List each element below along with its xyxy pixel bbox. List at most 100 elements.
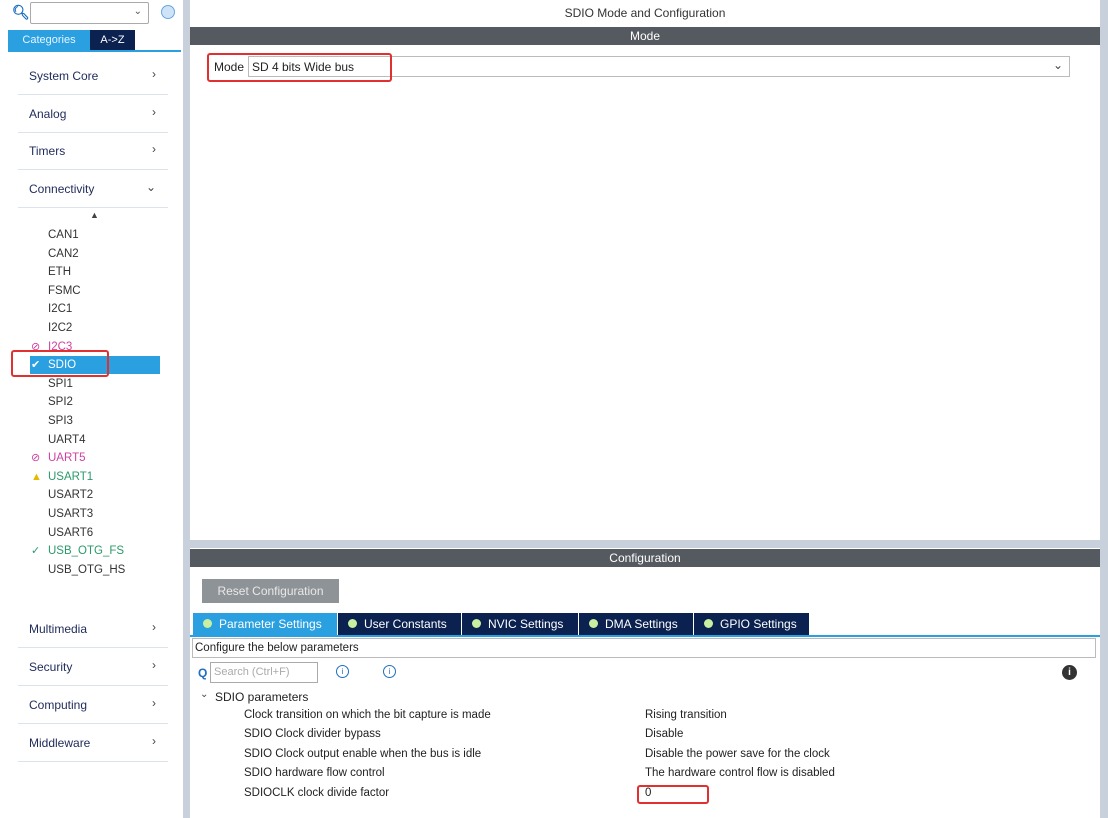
sidebar-item-fsmc[interactable]: FSMC	[30, 282, 160, 300]
filter-toggle-icon[interactable]	[161, 5, 175, 19]
category-timers[interactable]: Timers ›	[18, 132, 168, 170]
item-label: SPI3	[48, 415, 73, 427]
param-name: Clock transition on which the bit captur…	[244, 709, 491, 721]
item-label: CAN1	[48, 229, 79, 241]
param-search-input[interactable]: Search (Ctrl+F)	[210, 662, 318, 683]
category-computing[interactable]: Computing ›	[18, 686, 168, 724]
chevron-down-icon: ⌄	[145, 180, 156, 194]
tab-nvic-settings[interactable]: NVIC Settings	[462, 613, 578, 635]
category-label: Timers	[29, 144, 66, 158]
category-security[interactable]: Security ›	[18, 648, 168, 686]
group-label: SDIO parameters	[215, 690, 309, 704]
divide-factor-highlight	[637, 785, 709, 804]
chevron-right-icon: ›	[152, 734, 156, 748]
sidebar-item-uart5[interactable]: UART5 ⊘	[30, 449, 160, 467]
item-label: UART4	[48, 433, 86, 446]
expand-all-icon[interactable]: i	[336, 665, 349, 678]
category-label: Connectivity	[29, 182, 95, 196]
category-label: Multimedia	[29, 622, 88, 636]
sidebar-item-usart2[interactable]: USART2	[30, 486, 160, 504]
tab-parameter-settings[interactable]: Parameter Settings	[193, 613, 337, 635]
sidebar-item-spi3[interactable]: SPI3	[30, 412, 160, 430]
param-value[interactable]: Disable the power save for the clock	[645, 748, 830, 760]
param-name: SDIO hardware flow control	[244, 767, 385, 780]
mode-highlight	[207, 53, 392, 82]
item-label: CAN2	[48, 247, 79, 260]
category-label: Security	[29, 660, 73, 674]
sidebar-item-i2c2[interactable]: I2C2	[30, 319, 160, 337]
item-label: USART1	[48, 470, 94, 483]
collapse-all-icon[interactable]: i	[383, 665, 396, 678]
category-multimedia[interactable]: Multimedia ›	[18, 610, 168, 648]
item-label: USB_OTG_HS	[48, 563, 126, 576]
sidebar-item-can2[interactable]: CAN2	[30, 245, 160, 263]
category-label: System Core	[29, 69, 99, 83]
reset-configuration-button[interactable]: Reset Configuration	[202, 579, 339, 603]
param-name: SDIOCLK clock divide factor	[244, 786, 390, 799]
status-dot-icon	[589, 619, 598, 628]
tab-underline	[190, 635, 1100, 637]
item-label: FSMC	[48, 284, 81, 297]
item-label: USART3	[48, 508, 94, 520]
item-label: I2C1	[48, 303, 73, 316]
category-label: Middleware	[29, 736, 91, 750]
chevron-right-icon: ›	[152, 142, 156, 156]
config-header: Configuration	[190, 549, 1100, 567]
item-label: SPI1	[48, 377, 73, 390]
sidebar-item-usart1[interactable]: USART1 ▲	[30, 468, 160, 486]
sidebar-item-spi1[interactable]: SPI1	[30, 375, 160, 393]
chevron-right-icon: ›	[152, 696, 156, 710]
tab-gpio-settings[interactable]: GPIO Settings	[694, 613, 809, 635]
tab-dma-settings[interactable]: DMA Settings	[579, 613, 693, 635]
tab-label: Parameter Settings	[219, 617, 322, 631]
sidebar-item-usb_otg_hs[interactable]: USB_OTG_HS	[30, 561, 160, 579]
search-combo[interactable]: ⌄	[30, 2, 149, 24]
category-label: Analog	[29, 107, 67, 121]
param-name: SDIO Clock output enable when the bus is…	[244, 747, 482, 760]
warning-icon: ▲	[31, 470, 42, 483]
scroll-edge	[1100, 0, 1108, 818]
sidebar-item-spi2[interactable]: SPI2	[30, 393, 160, 411]
category-analog[interactable]: Analog ›	[18, 95, 168, 133]
sidebar-item-usb_otg_fs[interactable]: USB_OTG_FS ✓	[30, 542, 160, 560]
configure-text: Configure the below parameters	[192, 638, 1096, 658]
item-label: USB_OTG_FS	[48, 545, 125, 558]
category-connectivity[interactable]: Connectivity ⌄	[18, 170, 168, 208]
tab-label: DMA Settings	[605, 617, 678, 631]
sidebar-item-can1[interactable]: CAN1	[30, 226, 160, 244]
status-dot-icon	[704, 619, 713, 628]
chevron-down-icon[interactable]: ⌄	[200, 689, 208, 700]
tab-label: GPIO Settings	[720, 617, 797, 631]
splitter[interactable]	[183, 0, 190, 818]
param-name: SDIO Clock divider bypass	[244, 728, 381, 741]
sidebar-item-usart6[interactable]: USART6	[30, 524, 160, 542]
sidebar-item-eth[interactable]: ETH	[30, 263, 160, 281]
item-label: USART2	[48, 489, 94, 502]
param-value[interactable]: The hardware control flow is disabled	[645, 767, 835, 779]
tab-label: User Constants	[364, 617, 447, 631]
chevron-down-icon: ⌄	[1052, 58, 1063, 72]
param-value[interactable]: Disable	[645, 728, 683, 740]
param-value[interactable]: Rising transition	[645, 709, 727, 721]
sort-up-icon[interactable]: ▲	[90, 210, 99, 220]
item-label: USART6	[48, 526, 94, 539]
page-title: SDIO Mode and Configuration	[564, 6, 726, 20]
tab-a-z[interactable]: A->Z	[90, 30, 135, 50]
item-label: UART5	[48, 452, 86, 465]
category-label: Computing	[29, 698, 88, 712]
tab-user-constants[interactable]: User Constants	[338, 613, 461, 635]
panel-splitter[interactable]	[190, 540, 1100, 548]
item-label: SPI2	[48, 396, 73, 409]
status-dot-icon	[472, 619, 481, 628]
chevron-down-icon: ⌄	[133, 6, 142, 17]
category-middleware[interactable]: Middleware ›	[18, 724, 168, 762]
info-icon[interactable]: i	[1062, 665, 1077, 680]
sidebar-item-usart3[interactable]: USART3	[30, 505, 160, 523]
sidebar-item-i2c1[interactable]: I2C1	[30, 300, 160, 318]
category-system-core[interactable]: System Core ›	[18, 57, 168, 95]
sidebar-item-uart4[interactable]: UART4	[30, 431, 160, 449]
tab-categories[interactable]: Categories	[8, 30, 90, 50]
chevron-right-icon: ›	[152, 620, 156, 634]
chevron-right-icon: ›	[152, 105, 156, 119]
search-icon: 🔍︎	[12, 4, 30, 20]
